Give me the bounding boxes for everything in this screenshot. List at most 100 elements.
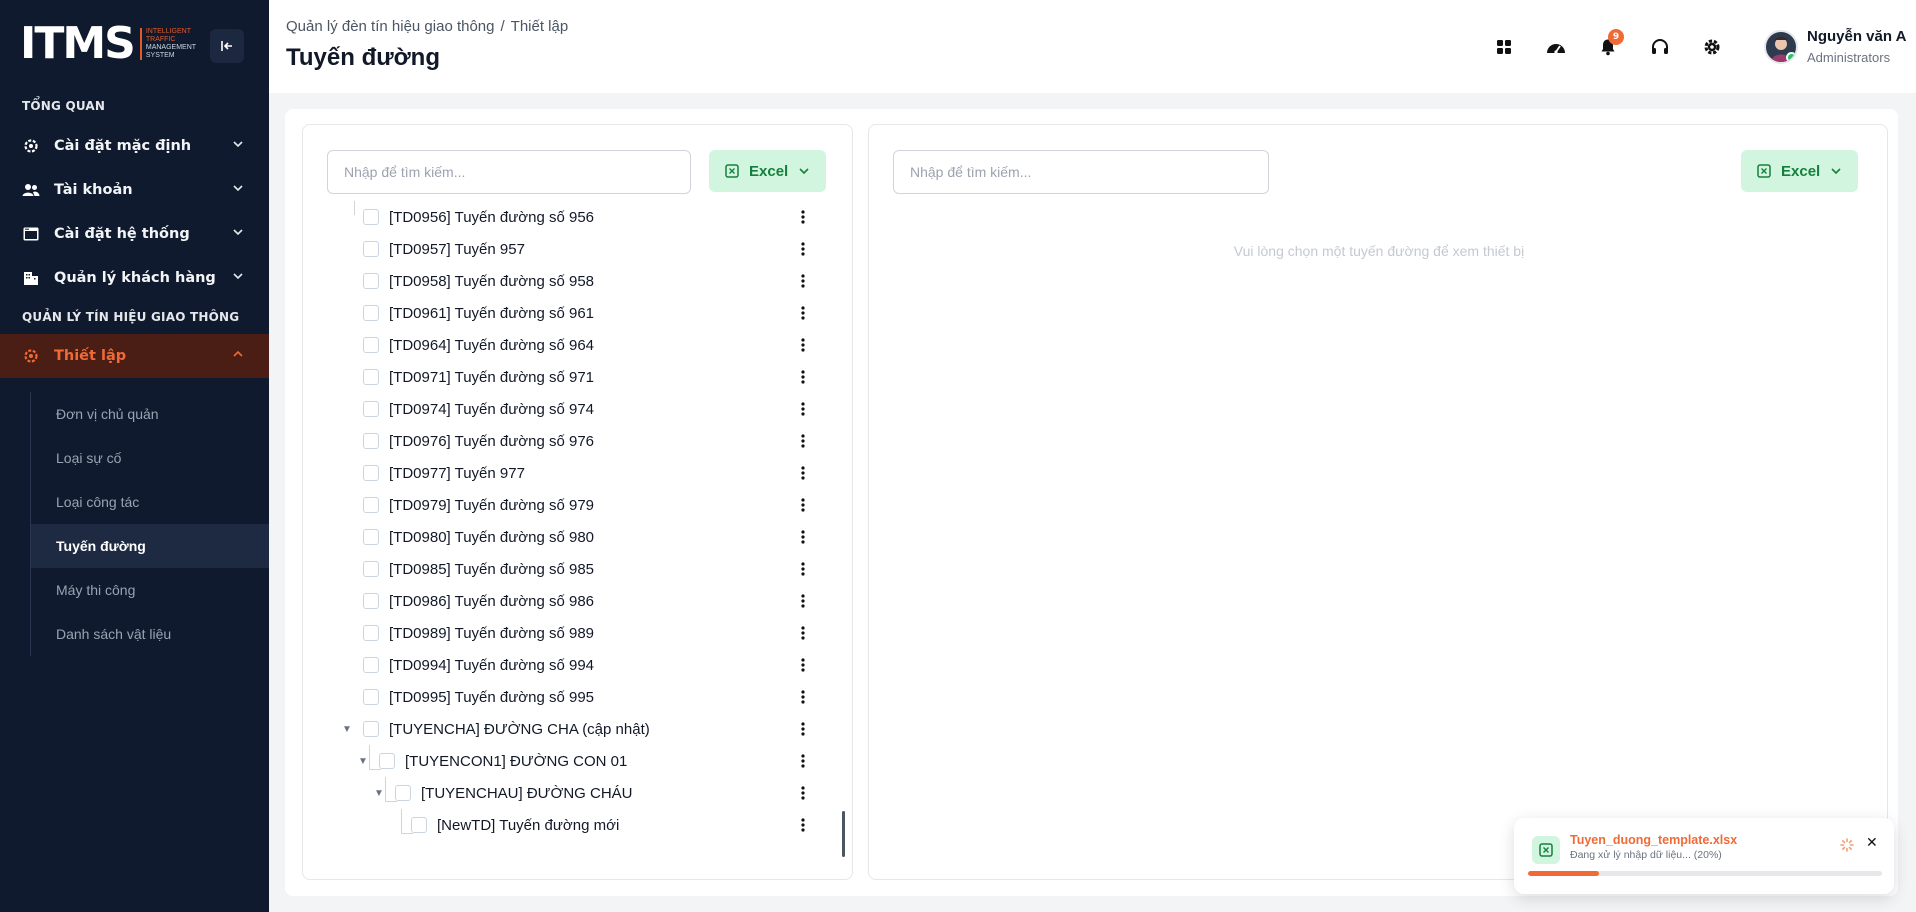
tree-row[interactable]: [TD0989] Tuyến đường số 989: [303, 617, 854, 649]
tree-row[interactable]: ▼ [TUYENCHA] ĐƯỜNG CHA (cập nhật): [303, 713, 854, 745]
tree-row-checkbox[interactable]: [363, 689, 379, 705]
submenu-item-incident-type[interactable]: Loại sự cố: [31, 436, 269, 480]
tree-row-label: [TD0979] Tuyến đường số 979: [389, 496, 595, 514]
tree-row-checkbox[interactable]: [395, 785, 411, 801]
submenu-item-routes[interactable]: Tuyến đường: [31, 524, 269, 568]
tree-row-checkbox[interactable]: [363, 721, 379, 737]
tree-row-checkbox[interactable]: [363, 241, 379, 257]
more-vertical-icon[interactable]: [793, 623, 813, 643]
more-vertical-icon[interactable]: [793, 783, 813, 803]
sidebar-item-default-settings[interactable]: Cài đặt mặc định: [0, 124, 269, 168]
more-vertical-icon[interactable]: [793, 335, 813, 355]
tree-row-checkbox[interactable]: [363, 497, 379, 513]
devices-search-input[interactable]: [893, 150, 1269, 194]
tree-row-label: [TD0964] Tuyến đường số 964: [389, 336, 595, 354]
sidebar-item-system-settings[interactable]: Cài đặt hệ thống: [0, 212, 269, 256]
caret-down-icon[interactable]: ▼: [341, 724, 353, 735]
more-vertical-icon[interactable]: [793, 527, 813, 547]
more-vertical-icon[interactable]: [793, 495, 813, 515]
tree-row-checkbox[interactable]: [363, 529, 379, 545]
submenu-item-machines[interactable]: Máy thi công: [31, 568, 269, 612]
more-vertical-icon[interactable]: [793, 687, 813, 707]
avatar[interactable]: [1764, 30, 1798, 64]
breadcrumb-item-setup[interactable]: Thiết lập: [511, 18, 569, 35]
tree-row[interactable]: [TD0958] Tuyến đường số 958: [303, 265, 854, 297]
tree-row-checkbox[interactable]: [363, 465, 379, 481]
tree-row-checkbox[interactable]: [363, 273, 379, 289]
devices-excel-dropdown-button[interactable]: Excel: [1741, 150, 1859, 192]
tree-row[interactable]: [TD0986] Tuyến đường số 986: [303, 585, 854, 617]
tree-row[interactable]: [TD0979] Tuyến đường số 979: [303, 489, 854, 521]
dashboard-button[interactable]: [1541, 32, 1571, 62]
logo-line-4: SYSTEM: [145, 52, 175, 59]
caret-down-icon[interactable]: ▼: [373, 788, 385, 799]
main-content: Excel [TD0956] Tuyến đường số 956 [TD0957…: [285, 109, 1898, 896]
tree-row[interactable]: [TD0976] Tuyến đường số 976: [303, 425, 854, 457]
caret-down-icon[interactable]: ▼: [357, 756, 369, 767]
more-vertical-icon[interactable]: [793, 559, 813, 579]
more-vertical-icon[interactable]: [793, 751, 813, 771]
building-icon: [22, 269, 40, 287]
tree-row[interactable]: [TD0971] Tuyến đường số 971: [303, 361, 854, 393]
tree-row-checkbox[interactable]: [379, 753, 395, 769]
tree-row-checkbox[interactable]: [363, 369, 379, 385]
more-vertical-icon[interactable]: [793, 591, 813, 611]
more-vertical-icon[interactable]: [793, 431, 813, 451]
tree-row[interactable]: [TD0957] Tuyến 957: [303, 233, 854, 265]
tree-row[interactable]: [TD0974] Tuyến đường số 974: [303, 393, 854, 425]
toast-status-text: Đang xử lý nhập dữ liệu... (20%): [1570, 849, 1722, 861]
tree-row-checkbox[interactable]: [363, 433, 379, 449]
more-vertical-icon[interactable]: [793, 207, 813, 227]
tree-connector-line: [385, 801, 397, 802]
sidebar-item-customers[interactable]: Quản lý khách hàng: [0, 256, 269, 300]
tree-row[interactable]: [TD0964] Tuyến đường số 964: [303, 329, 854, 361]
tree-row-checkbox[interactable]: [363, 401, 379, 417]
more-vertical-icon[interactable]: [793, 815, 813, 835]
more-vertical-icon[interactable]: [793, 239, 813, 259]
more-vertical-icon[interactable]: [793, 463, 813, 483]
more-vertical-icon[interactable]: [793, 399, 813, 419]
tree-row[interactable]: [NewTD] Tuyến đường mới: [303, 809, 854, 841]
collapse-sidebar-button[interactable]: [210, 29, 244, 63]
routes-search-input[interactable]: [327, 150, 691, 194]
tree-row-checkbox[interactable]: [363, 561, 379, 577]
tree-row-checkbox[interactable]: [411, 817, 427, 833]
apps-grid-button[interactable]: [1489, 32, 1519, 62]
tree-row[interactable]: [TD0956] Tuyến đường số 956: [303, 201, 854, 233]
submenu-item-work-type[interactable]: Loại công tác: [31, 480, 269, 524]
more-vertical-icon[interactable]: [793, 303, 813, 323]
submenu-item-owner-unit[interactable]: Đơn vị chủ quản: [31, 392, 269, 436]
tree-row[interactable]: [TD0961] Tuyến đường số 961: [303, 297, 854, 329]
tree-row[interactable]: [TD0994] Tuyến đường số 994: [303, 649, 854, 681]
tree-row-checkbox[interactable]: [363, 305, 379, 321]
notifications-button[interactable]: 9: [1593, 29, 1624, 62]
more-vertical-icon[interactable]: [793, 655, 813, 675]
tree-row-checkbox[interactable]: [363, 657, 379, 673]
sidebar-item-setup[interactable]: Thiết lập: [0, 334, 269, 378]
submenu-item-materials[interactable]: Danh sách vật liệu: [31, 612, 269, 656]
close-icon[interactable]: ✕: [1866, 835, 1878, 851]
more-vertical-icon[interactable]: [793, 271, 813, 291]
tree-row-checkbox[interactable]: [363, 593, 379, 609]
breadcrumb-item-traffic-lights[interactable]: Quản lý đèn tín hiệu giao thông: [286, 18, 495, 35]
support-button[interactable]: [1645, 32, 1675, 62]
tree-row[interactable]: [TD0980] Tuyến đường số 980: [303, 521, 854, 553]
sidebar-item-accounts[interactable]: Tài khoản: [0, 168, 269, 212]
tree-row-checkbox[interactable]: [363, 625, 379, 641]
tree-scrollbar[interactable]: [842, 811, 845, 857]
grid-icon: [1497, 40, 1511, 54]
tree-row[interactable]: [TD0995] Tuyến đường số 995: [303, 681, 854, 713]
settings-button[interactable]: [1697, 32, 1727, 62]
tree-row[interactable]: [TD0977] Tuyến 977: [303, 457, 854, 489]
more-vertical-icon[interactable]: [793, 367, 813, 387]
tree-row-checkbox[interactable]: [363, 337, 379, 353]
excel-dropdown-button[interactable]: Excel: [709, 150, 827, 192]
tree-row[interactable]: ▼ [TUYENCON1] ĐƯỜNG CON 01: [303, 745, 854, 777]
tree-row-checkbox[interactable]: [363, 209, 379, 225]
more-vertical-icon[interactable]: [793, 719, 813, 739]
user-name[interactable]: Nguyễn văn A: [1807, 28, 1906, 45]
logo-mark: ITMS: [20, 18, 136, 69]
devices-panel: Excel Vui lòng chọn một tuyến đường để x…: [868, 124, 1888, 880]
toast-file-name: Tuyen_duong_template.xlsx: [1570, 833, 1738, 847]
tree-row[interactable]: [TD0985] Tuyến đường số 985: [303, 553, 854, 585]
